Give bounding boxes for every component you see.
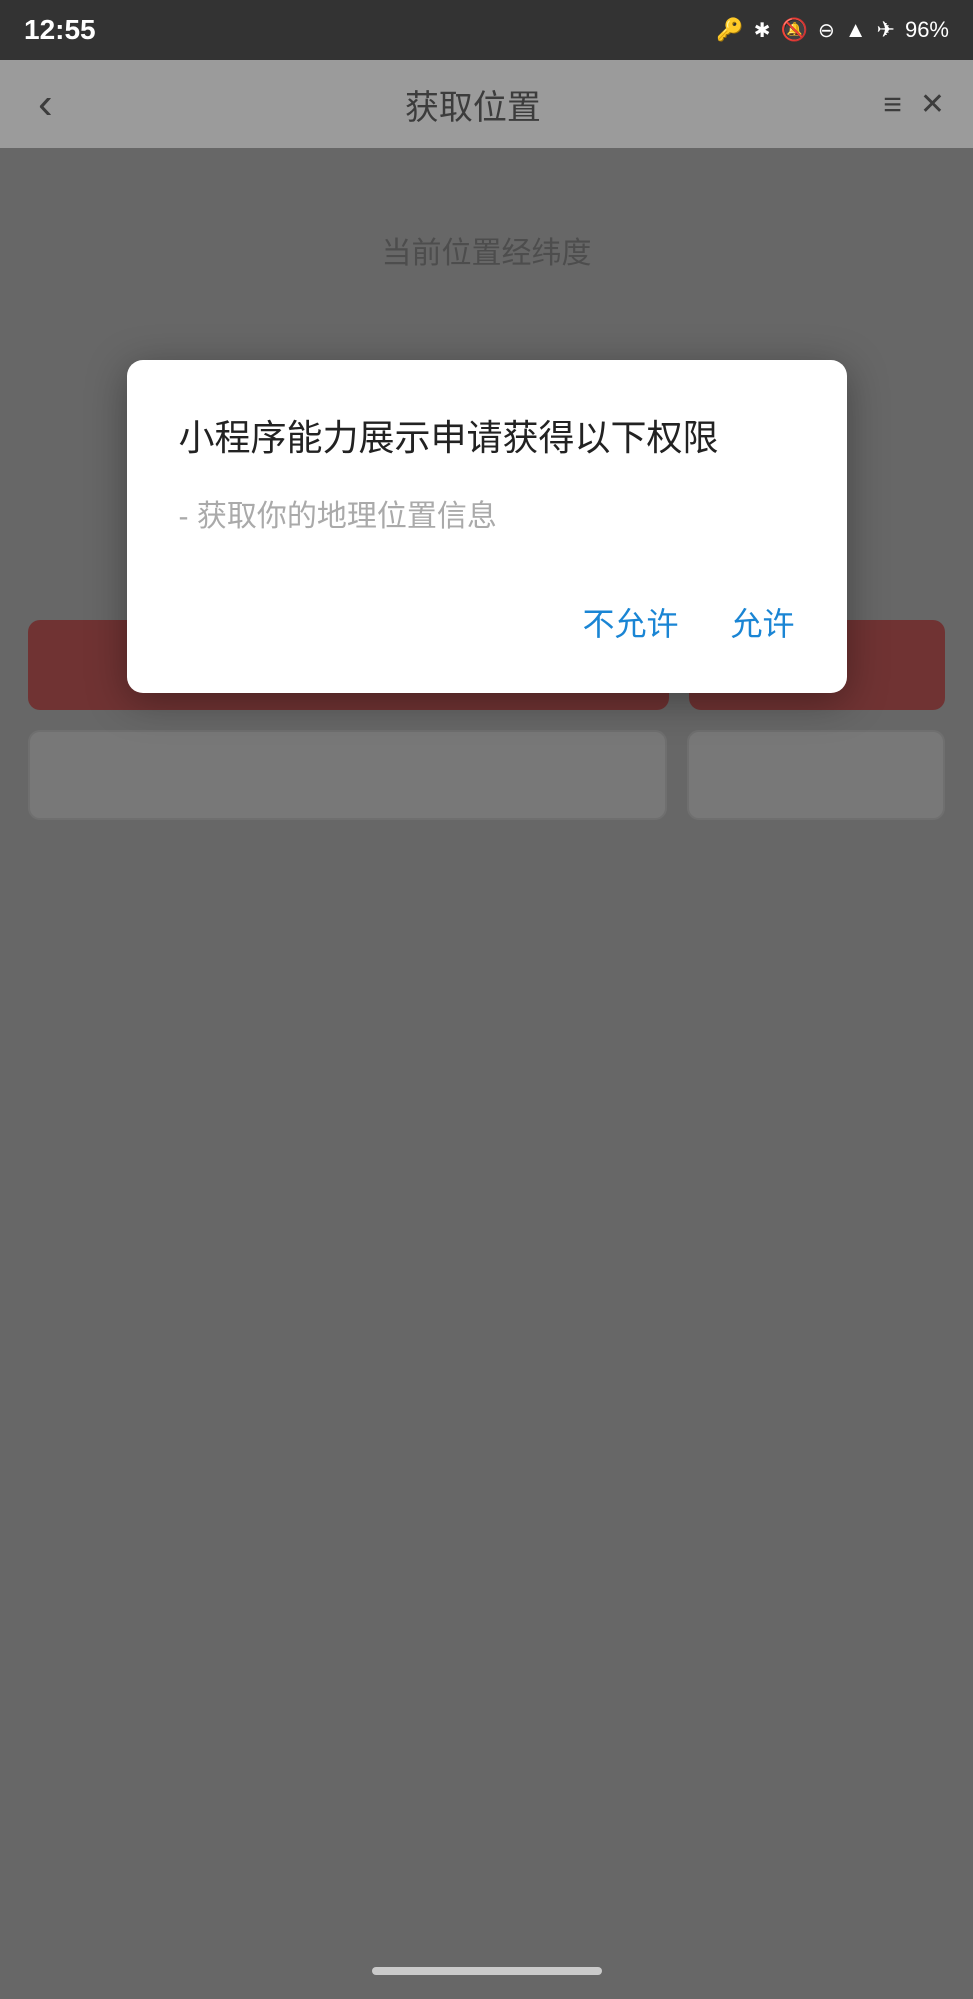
status-icons: 🔑 ✱ 🔕 ⊖ ▲ ✈ 96% (716, 17, 949, 43)
page: 12:55 🔑 ✱ 🔕 ⊖ ▲ ✈ 96% ‹ 获取位置 ≡ ✕ (0, 0, 973, 1999)
dialog-buttons: 不允许 允许 (179, 591, 795, 653)
dialog-title: 小程序能力展示申请获得以下权限 (179, 412, 795, 464)
bluetooth-icon: ✱ (754, 18, 771, 43)
wifi-icon: ▲ (845, 17, 867, 43)
dnd-icon: ⊖ (818, 18, 835, 43)
dialog-overlay: 小程序能力展示申请获得以下权限 - 获取你的地理位置信息 不允许 允许 (0, 60, 973, 1999)
allow-button[interactable]: 允许 (730, 591, 794, 653)
status-time: 12:55 (24, 14, 96, 46)
deny-button[interactable]: 不允许 (582, 591, 678, 653)
notification-muted-icon: 🔕 (781, 17, 808, 43)
status-bar: 12:55 🔑 ✱ 🔕 ⊖ ▲ ✈ 96% (0, 0, 973, 60)
dialog-permission: - 获取你的地理位置信息 (179, 494, 795, 539)
home-bar (372, 1967, 602, 1975)
battery-indicator: 96% (905, 17, 949, 43)
key-icon: 🔑 (716, 17, 743, 43)
airplane-icon: ✈ (877, 17, 895, 43)
permission-dialog: 小程序能力展示申请获得以下权限 - 获取你的地理位置信息 不允许 允许 (127, 360, 847, 693)
